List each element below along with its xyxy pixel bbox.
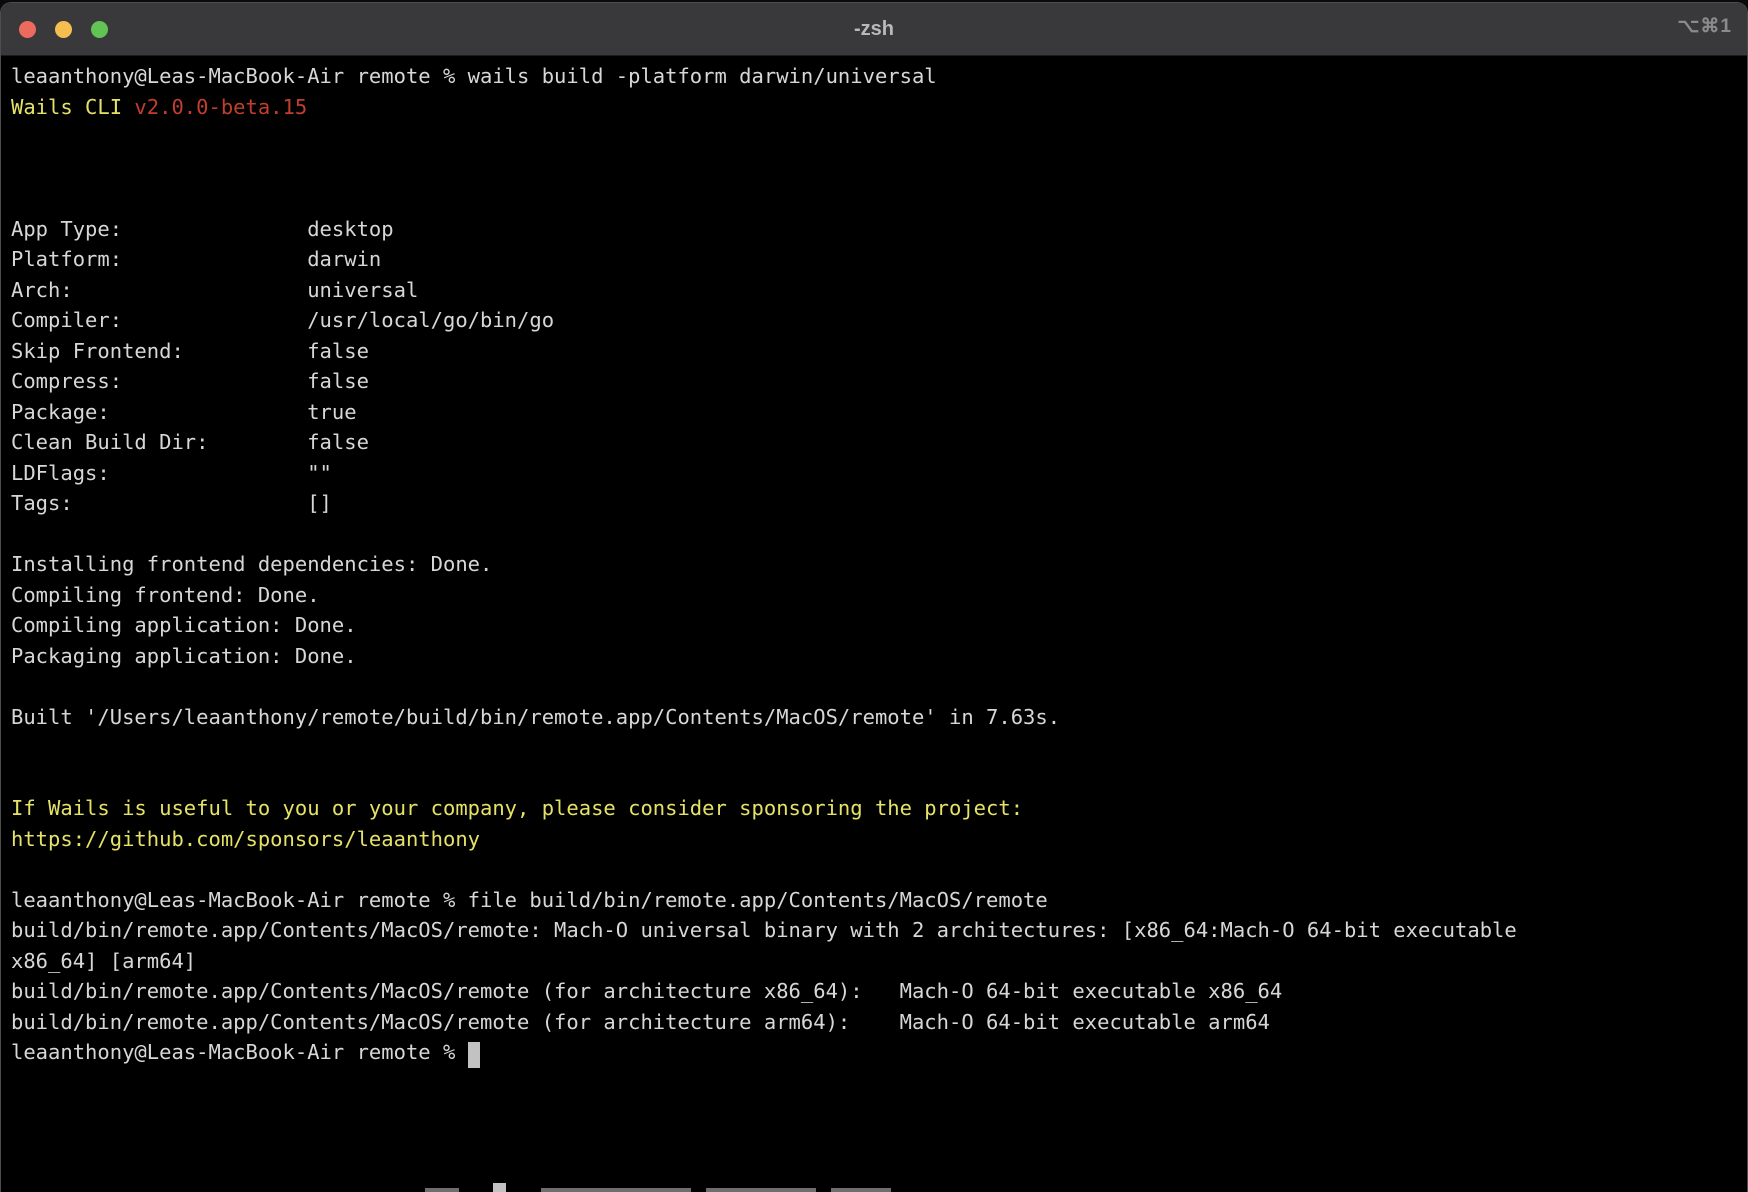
terminal-text-segment: Compiling frontend: Done. <box>11 583 320 607</box>
terminal-line: build/bin/remote.app/Contents/MacOS/remo… <box>11 915 1737 946</box>
zoom-button[interactable] <box>91 21 108 38</box>
terminal-line: Packaging application: Done. <box>11 641 1737 672</box>
clipped-line-fragments <box>1 1183 1747 1192</box>
terminal-line <box>11 153 1737 184</box>
terminal-line <box>11 763 1737 794</box>
terminal-line: Package: true <box>11 397 1737 428</box>
terminal-text-segment: If Wails is useful to you or your compan… <box>11 796 1023 820</box>
terminal-line: https://github.com/sponsors/leaanthony <box>11 824 1737 855</box>
titlebar[interactable]: -zsh ⌥⌘1 <box>1 3 1747 56</box>
terminal-line: Wails CLI v2.0.0-beta.15 <box>11 92 1737 123</box>
terminal-text-segment: Compress: false <box>11 369 369 393</box>
terminal-line: Compress: false <box>11 366 1737 397</box>
terminal-line: build/bin/remote.app/Contents/MacOS/remo… <box>11 976 1737 1007</box>
terminal-line <box>11 519 1737 550</box>
terminal-text-segment: Packaging application: Done. <box>11 644 357 668</box>
terminal-line: Installing frontend dependencies: Done. <box>11 549 1737 580</box>
terminal-text-segment: App Type: desktop <box>11 217 394 241</box>
terminal-text-segment: Skip Frontend: false <box>11 339 369 363</box>
terminal-line <box>11 122 1737 153</box>
terminal-text-segment: Installing frontend dependencies: Done. <box>11 552 492 576</box>
close-button[interactable] <box>19 21 36 38</box>
terminal-text-segment: https://github.com/sponsors/leaanthony <box>11 827 480 851</box>
terminal-line: Clean Build Dir: false <box>11 427 1737 458</box>
terminal-line: Platform: darwin <box>11 244 1737 275</box>
terminal-text-segment: v2.0.0-beta.15 <box>134 95 307 119</box>
terminal-line: If Wails is useful to you or your compan… <box>11 793 1737 824</box>
terminal-line: Compiling application: Done. <box>11 610 1737 641</box>
terminal-text-segment: Built '/Users/leaanthony/remote/build/bi… <box>11 705 1060 729</box>
terminal-line: Skip Frontend: false <box>11 336 1737 367</box>
terminal-text-segment: x86_64] [arm64] <box>11 949 196 973</box>
terminal-line: leaanthony@Leas-MacBook-Air remote % fil… <box>11 885 1737 916</box>
terminal-line: Tags: [] <box>11 488 1737 519</box>
terminal-cursor <box>468 1042 480 1068</box>
terminal-line <box>11 854 1737 885</box>
terminal-text-segment: build/bin/remote.app/Contents/MacOS/remo… <box>11 918 1517 942</box>
terminal-text-segment: leaanthony@Leas-MacBook-Air remote % fil… <box>11 888 1048 912</box>
window-title: -zsh <box>1 18 1747 41</box>
terminal-text-segment: build/bin/remote.app/Contents/MacOS/remo… <box>11 979 1282 1003</box>
terminal-line: leaanthony@Leas-MacBook-Air remote % wai… <box>11 61 1737 92</box>
terminal-line: leaanthony@Leas-MacBook-Air remote % <box>11 1037 1737 1068</box>
terminal-line <box>11 671 1737 702</box>
terminal-text-segment: build/bin/remote.app/Contents/MacOS/remo… <box>11 1010 1270 1034</box>
terminal-line: Compiler: /usr/local/go/bin/go <box>11 305 1737 336</box>
terminal-text-segment: Arch: universal <box>11 278 418 302</box>
terminal-text-segment: leaanthony@Leas-MacBook-Air remote % <box>11 1040 468 1064</box>
terminal-text-segment: Compiling application: Done. <box>11 613 357 637</box>
terminal-line: Compiling frontend: Done. <box>11 580 1737 611</box>
tab-shortcut-badge: ⌥⌘1 <box>1678 15 1732 38</box>
terminal-text-segment: Clean Build Dir: false <box>11 430 369 454</box>
terminal-line <box>11 732 1737 763</box>
terminal-text-segment: Tags: [] <box>11 491 332 515</box>
terminal-line: LDFlags: "" <box>11 458 1737 489</box>
traffic-lights <box>1 21 108 38</box>
terminal-window: -zsh ⌥⌘1 leaanthony@Leas-MacBook-Air rem… <box>0 2 1748 1192</box>
terminal-line: build/bin/remote.app/Contents/MacOS/remo… <box>11 1007 1737 1038</box>
terminal-text-segment: Wails CLI <box>11 95 134 119</box>
terminal-output[interactable]: leaanthony@Leas-MacBook-Air remote % wai… <box>1 56 1747 1068</box>
terminal-line: App Type: desktop <box>11 214 1737 245</box>
terminal-line: Arch: universal <box>11 275 1737 306</box>
terminal-line <box>11 183 1737 214</box>
minimize-button[interactable] <box>55 21 72 38</box>
terminal-text-segment: LDFlags: "" <box>11 461 332 485</box>
terminal-line: Built '/Users/leaanthony/remote/build/bi… <box>11 702 1737 733</box>
terminal-text-segment: Package: true <box>11 400 357 424</box>
terminal-line: x86_64] [arm64] <box>11 946 1737 977</box>
terminal-text-segment: Platform: darwin <box>11 247 381 271</box>
terminal-text-segment: Compiler: /usr/local/go/bin/go <box>11 308 554 332</box>
terminal-text-segment: leaanthony@Leas-MacBook-Air remote % wai… <box>11 64 937 88</box>
